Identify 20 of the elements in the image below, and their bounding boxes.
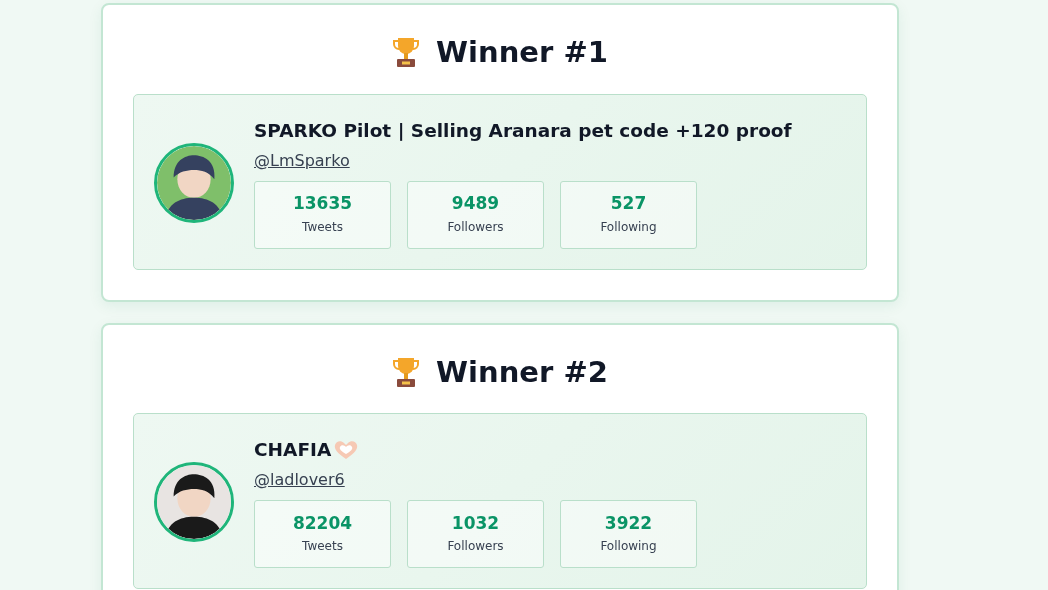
display-name: SPARKO Pilot | Selling Aranara pet code +120 proof	[254, 118, 792, 143]
stat-label: Tweets	[302, 538, 343, 556]
handle-link[interactable]: @LmSparko	[254, 148, 350, 173]
stat-label: Followers	[447, 538, 504, 556]
stat-value: 1032	[451, 512, 500, 534]
stat-value: 3922	[604, 512, 653, 534]
winner-title: Winner #1	[436, 35, 608, 70]
handle-link[interactable]: @ladlover6	[254, 468, 345, 493]
trophy-icon	[392, 355, 421, 388]
stat-label: Following	[600, 218, 657, 236]
stat-value: 82204	[292, 512, 353, 534]
trophy-icon	[392, 36, 421, 69]
stat-label: Tweets	[302, 218, 343, 236]
winner-title: Winner #2	[436, 354, 608, 390]
stat-value: 527	[610, 193, 647, 214]
stat-value: 9489	[451, 193, 500, 214]
stat-label: Following	[600, 538, 657, 556]
stat-label: Followers	[447, 218, 504, 236]
display-name: CHAFIA	[254, 438, 332, 463]
stat-value: 13635	[292, 193, 353, 214]
